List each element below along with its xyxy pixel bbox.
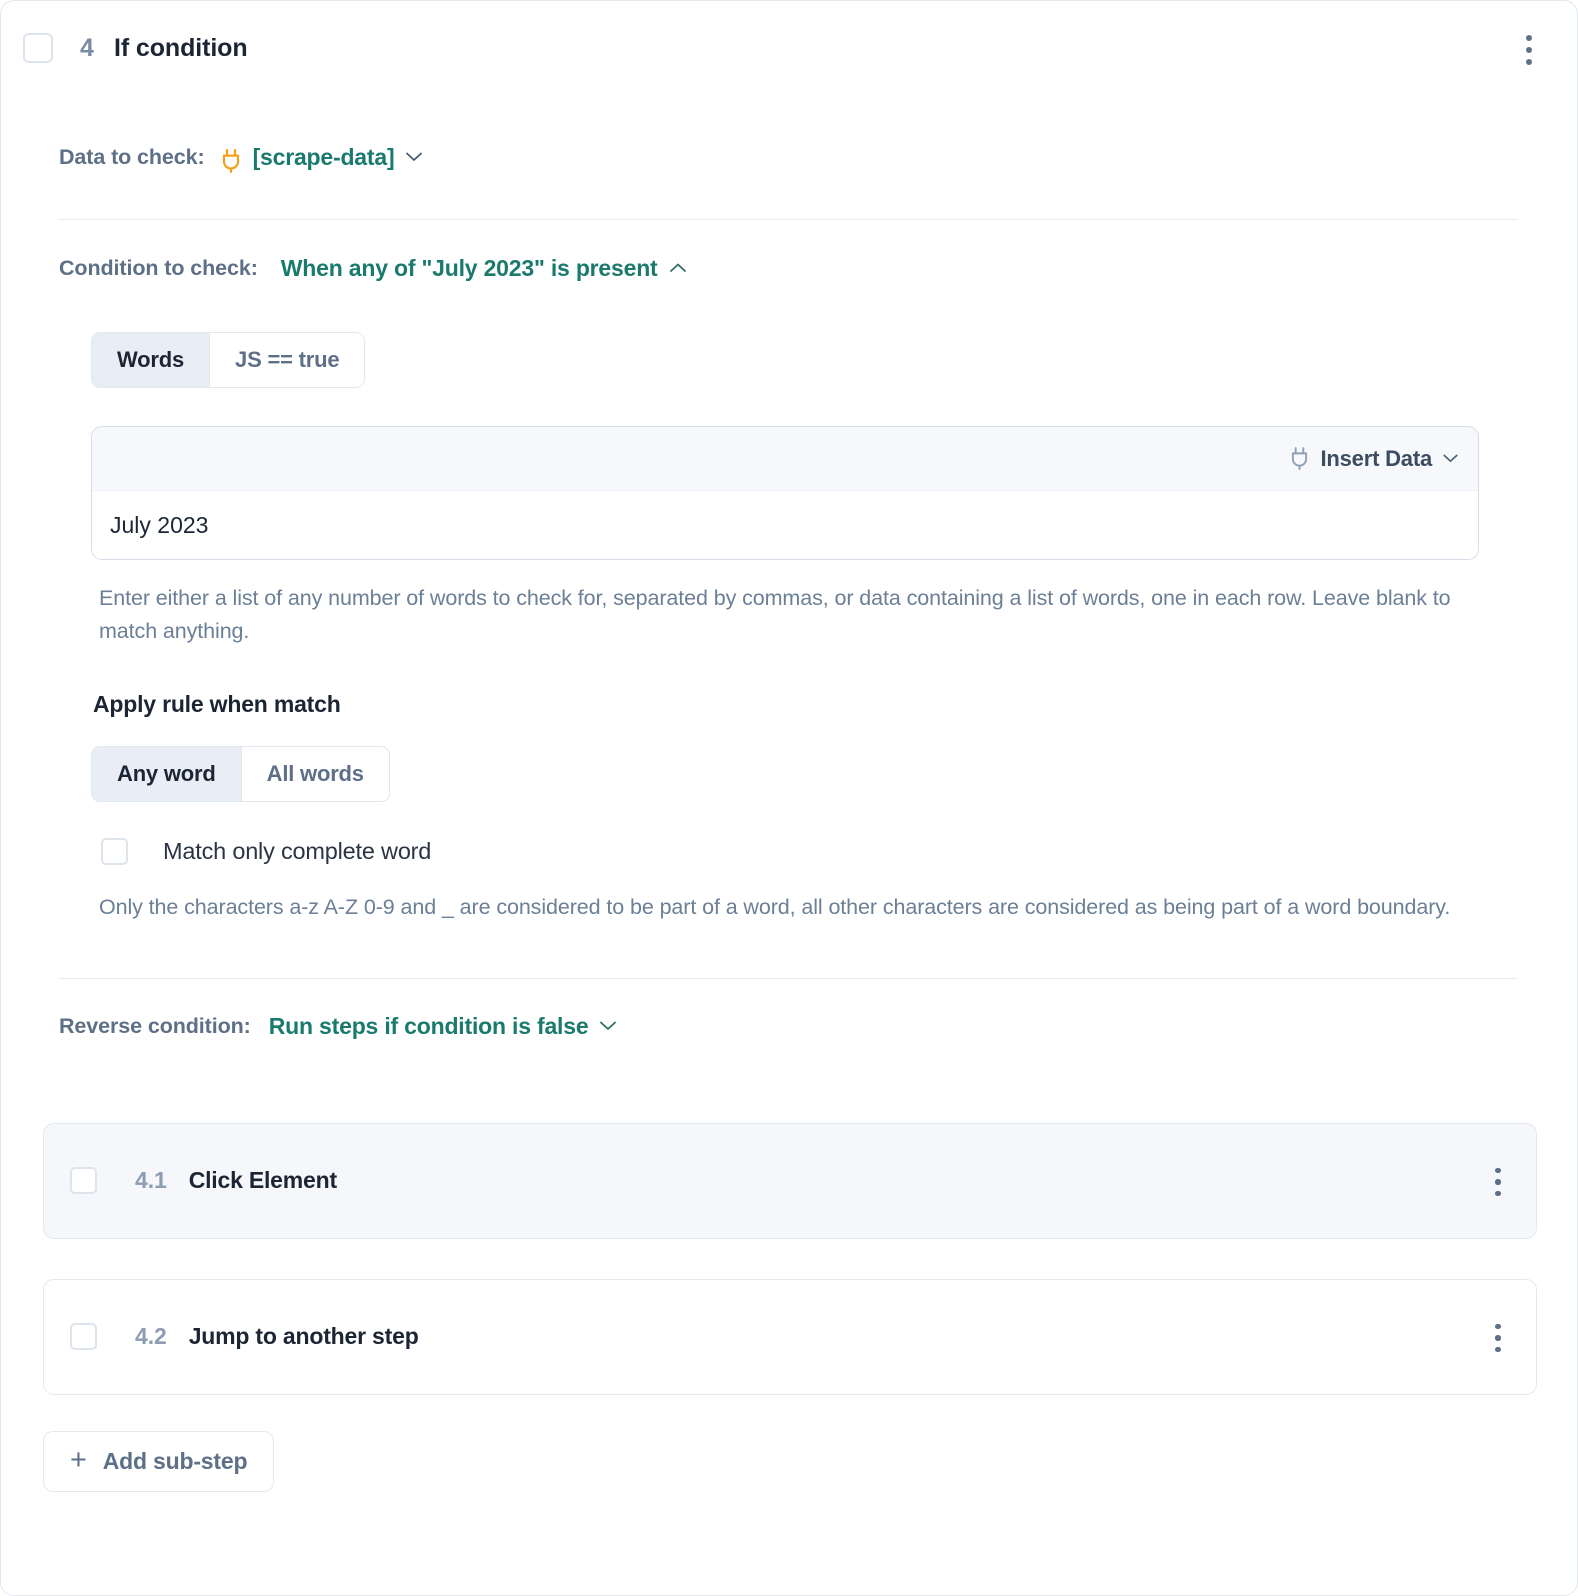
substep-number: 4.2 bbox=[135, 1323, 167, 1350]
condition-to-check-value[interactable]: When any of "July 2023" is present bbox=[281, 255, 658, 282]
condition-to-check-row: Condition to check: When any of "July 20… bbox=[1, 246, 1577, 290]
plus-icon: + bbox=[70, 1444, 87, 1477]
insert-data-label: Insert Data bbox=[1320, 445, 1432, 471]
chevron-down-icon[interactable] bbox=[600, 1017, 617, 1034]
match-complete-word-label: Match only complete word bbox=[163, 837, 432, 864]
chevron-down-icon bbox=[1443, 454, 1458, 463]
plug-icon bbox=[221, 148, 241, 174]
chevron-down-icon[interactable] bbox=[406, 148, 423, 165]
substep-row[interactable]: 4.1 Click Element bbox=[43, 1122, 1537, 1239]
words-help-text: Enter either a list of any number of wor… bbox=[99, 586, 1451, 644]
mode-option-words[interactable]: Words bbox=[92, 333, 211, 387]
data-to-check-label: Data to check: bbox=[59, 144, 205, 169]
add-sub-step-label: Add sub-step bbox=[102, 1447, 248, 1474]
words-input[interactable]: July 2023 bbox=[92, 491, 1478, 559]
substep-list: 4.1 Click Element 4.2 Jump to another st… bbox=[1, 1122, 1577, 1395]
substep-title: Jump to another step bbox=[188, 1323, 419, 1350]
kebab-menu-icon[interactable] bbox=[1494, 1167, 1502, 1197]
data-to-check-value[interactable]: [scrape-data] bbox=[253, 144, 395, 171]
apply-rule-toggle-wrap: Any word All words bbox=[1, 745, 1577, 802]
match-complete-word-row: Match only complete word bbox=[101, 837, 1519, 865]
apply-rule-toggle: Any word All words bbox=[91, 745, 390, 802]
divider-2 bbox=[59, 977, 1517, 979]
divider bbox=[59, 219, 1517, 220]
words-input-box: Insert Data July 2023 bbox=[91, 426, 1479, 560]
apply-rule-option-all[interactable]: All words bbox=[241, 746, 389, 801]
condition-to-check-label: Condition to check: bbox=[59, 255, 258, 280]
substep-number: 4.1 bbox=[135, 1167, 167, 1194]
reverse-condition-row: Reverse condition: Run steps if conditio… bbox=[1, 1005, 1577, 1049]
words-toolbar: Insert Data bbox=[92, 427, 1478, 491]
substep-checkbox[interactable] bbox=[70, 1167, 97, 1195]
apply-rule-heading: Apply rule when match bbox=[93, 690, 341, 717]
apply-rule-option-any[interactable]: Any word bbox=[92, 746, 242, 801]
condition-mode-toggle: Words JS == true bbox=[91, 332, 366, 388]
substep-row[interactable]: 4.2 Jump to another step bbox=[43, 1278, 1537, 1395]
if-condition-step-card: 4 If condition Data to check: [scrape-da… bbox=[0, 0, 1578, 1596]
kebab-menu-icon[interactable] bbox=[1525, 35, 1533, 65]
add-sub-step-button[interactable]: + Add sub-step bbox=[43, 1430, 275, 1492]
match-complete-word-checkbox[interactable] bbox=[101, 837, 128, 865]
substep-title: Click Element bbox=[188, 1167, 337, 1194]
step-number: 4 bbox=[80, 33, 95, 62]
mode-option-js[interactable]: JS == true bbox=[210, 333, 365, 387]
condition-mode-toggle-wrap: Words JS == true bbox=[1, 332, 1577, 388]
step-title: If condition bbox=[114, 33, 248, 62]
step-header: 4 If condition bbox=[1, 1, 1577, 65]
reverse-condition-value[interactable]: Run steps if condition is false bbox=[269, 1013, 589, 1040]
kebab-menu-icon[interactable] bbox=[1494, 1323, 1502, 1353]
substep-checkbox[interactable] bbox=[70, 1323, 97, 1351]
insert-data-button[interactable]: Insert Data bbox=[1290, 446, 1458, 472]
data-to-check-row: Data to check: [scrape-data] bbox=[1, 137, 1577, 177]
reverse-condition-label: Reverse condition: bbox=[59, 1014, 251, 1039]
chevron-up-icon[interactable] bbox=[669, 259, 686, 276]
match-complete-word-help-text: Only the characters a-z A-Z 0-9 and _ ar… bbox=[99, 894, 1451, 919]
step-checkbox[interactable] bbox=[23, 33, 53, 63]
plug-icon bbox=[1290, 447, 1309, 470]
